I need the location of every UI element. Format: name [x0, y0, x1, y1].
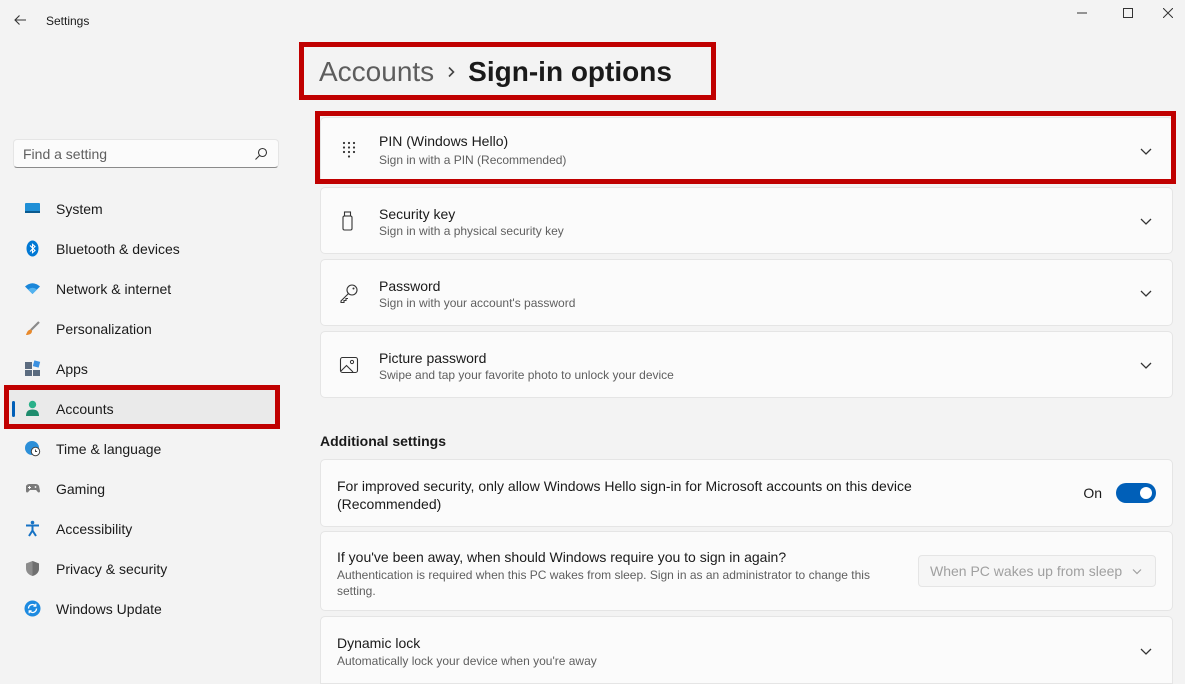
accessibility-icon [26, 520, 39, 537]
sidebar-item-privacy-security[interactable]: Privacy & security [4, 550, 280, 586]
usb-key-icon [342, 211, 353, 231]
windows-hello-only-setting: For improved security, only allow Window… [320, 459, 1173, 527]
additional-settings-heading: Additional settings [320, 433, 446, 449]
update-icon [24, 600, 41, 617]
globe-clock-icon [25, 441, 41, 457]
card-subtitle: Sign in with a PIN (Recommended) [379, 153, 567, 167]
search-icon[interactable] [253, 146, 269, 162]
sidebar-item-label: Accessibility [56, 521, 133, 537]
shield-icon [26, 561, 39, 576]
card-subtitle: Swipe and tap your favorite photo to unl… [379, 368, 674, 382]
password-card[interactable]: Password Sign in with your account's pas… [320, 259, 1173, 326]
sidebar-item-bluetooth-devices[interactable]: Bluetooth & devices [4, 230, 280, 266]
toggle-knob [1140, 487, 1152, 499]
app-title: Settings [46, 14, 90, 28]
back-button[interactable] [8, 8, 32, 32]
picture-icon [339, 356, 359, 374]
card-subtitle: Sign in with your account's password [379, 296, 576, 310]
card-subtitle: Sign in with a physical security key [379, 224, 564, 238]
gamepad-icon [26, 484, 40, 493]
apps-icon [25, 360, 41, 376]
toggle-group: On [1083, 483, 1156, 503]
security-key-card[interactable]: Security key Sign in with a physical sec… [320, 187, 1173, 254]
sidebar-item-label: Personalization [56, 321, 152, 337]
card-title: Picture password [379, 350, 487, 366]
require-signin-dropdown[interactable]: When PC wakes up from sleep [918, 555, 1156, 587]
keypad-icon [342, 141, 356, 158]
chevron-down-icon[interactable] [1138, 357, 1154, 373]
sidebar-item-label: Network & internet [56, 281, 172, 297]
card-subtitle: Automatically lock your device when you'… [337, 654, 597, 668]
person-icon [26, 400, 39, 416]
setting-description: For improved security, only allow Window… [337, 478, 912, 512]
chevron-down-icon[interactable] [1138, 143, 1154, 159]
breadcrumb-separator [434, 65, 468, 79]
sidebar-item-label: Windows Update [56, 601, 162, 617]
wifi-icon [25, 283, 40, 294]
brush-icon [26, 321, 40, 335]
breadcrumb-parent-link[interactable]: Accounts [319, 56, 434, 88]
bluetooth-icon [26, 240, 39, 257]
close-icon [1163, 8, 1173, 18]
minimize-button[interactable] [1059, 0, 1105, 26]
search-box [13, 139, 279, 168]
sidebar-item-label: Privacy & security [56, 561, 168, 577]
close-button[interactable] [1151, 0, 1185, 26]
dropdown-value: When PC wakes up from sleep [930, 563, 1123, 579]
maximize-button[interactable] [1105, 0, 1151, 26]
picture-password-card[interactable]: Picture password Swipe and tap your favo… [320, 331, 1173, 398]
pin-windows-hello-card[interactable]: PIN (Windows Hello) Sign in with a PIN (… [320, 117, 1173, 184]
sidebar-nav: System Bluetooth & devices Network & int… [4, 190, 280, 630]
dynamic-lock-card[interactable]: Dynamic lock Automatically lock your dev… [320, 616, 1173, 684]
sidebar-item-label: Bluetooth & devices [56, 241, 180, 257]
maximize-icon [1123, 8, 1133, 18]
active-indicator [12, 401, 15, 417]
chevron-down-icon [1132, 569, 1142, 575]
sidebar-item-network-internet[interactable]: Network & internet [4, 270, 280, 306]
card-title: Dynamic lock [337, 635, 421, 651]
sidebar-item-label: System [56, 201, 103, 217]
card-title: Password [379, 278, 441, 294]
sidebar-item-accounts[interactable]: Accounts [4, 390, 280, 426]
sidebar-item-label: Apps [56, 361, 88, 377]
search-input[interactable] [14, 140, 244, 167]
sidebar-item-label: Gaming [56, 481, 106, 497]
sidebar-item-apps[interactable]: Apps [4, 350, 280, 386]
sidebar-item-gaming[interactable]: Gaming [4, 470, 280, 506]
require-signin-setting: If you've been away, when should Windows… [320, 531, 1173, 611]
minimize-icon [1077, 12, 1087, 14]
back-arrow-icon [14, 15, 26, 25]
card-title: Security key [379, 206, 456, 222]
sidebar-item-windows-update[interactable]: Windows Update [4, 590, 280, 626]
windows-hello-only-toggle[interactable] [1116, 483, 1156, 503]
key-icon [340, 284, 358, 303]
toggle-state-label: On [1083, 485, 1102, 501]
title-bar: Settings [0, 0, 1185, 40]
sidebar-item-accessibility[interactable]: Accessibility [4, 510, 280, 546]
sidebar-item-label: Time & language [56, 441, 162, 457]
system-icon [25, 203, 40, 213]
breadcrumb: Accounts Sign-in options [319, 50, 672, 94]
sidebar-item-label: Accounts [56, 401, 114, 417]
sidebar-item-system[interactable]: System [4, 190, 280, 226]
chevron-down-icon[interactable] [1138, 285, 1154, 301]
setting-subtitle: Authentication is required when this PC … [337, 568, 870, 598]
chevron-down-icon[interactable] [1138, 643, 1154, 659]
sidebar-item-personalization[interactable]: Personalization [4, 310, 280, 346]
setting-title: If you've been away, when should Windows… [337, 549, 787, 565]
chevron-down-icon[interactable] [1138, 213, 1154, 229]
sidebar-item-time-language[interactable]: Time & language [4, 430, 280, 466]
page-title: Sign-in options [468, 56, 672, 87]
card-title: PIN (Windows Hello) [379, 133, 509, 149]
chevron-right-icon [448, 66, 455, 78]
